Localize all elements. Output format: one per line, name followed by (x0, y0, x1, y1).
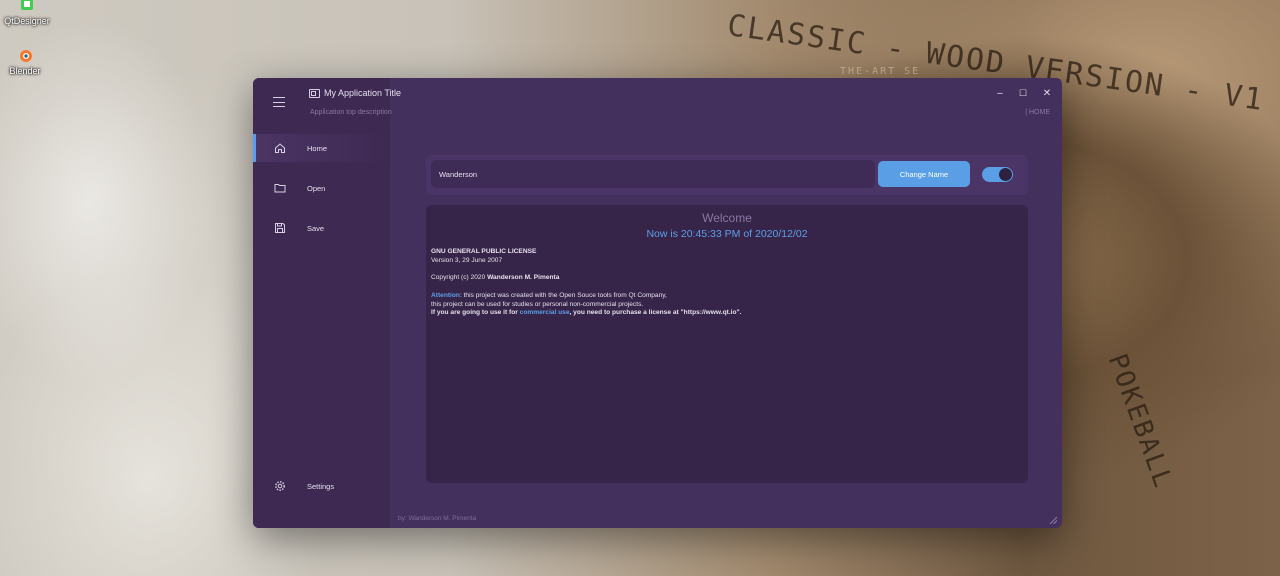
app-title: My Application Title (324, 88, 402, 98)
name-input[interactable] (431, 160, 875, 188)
qt-designer-icon (21, 0, 33, 10)
folder-icon (253, 182, 307, 194)
left-menu: Home Open Save Settings (253, 78, 390, 528)
maximize-button[interactable]: ☐ (1015, 86, 1031, 100)
sidebar-item-label: Open (307, 183, 326, 193)
wallpaper-engraving-bottom: POKEBALL (1101, 350, 1179, 493)
commercial-line: If you are going to use it for commercia… (431, 309, 742, 316)
copyright-line: Copyright (c) 2020 Wanderson M. Pimenta (431, 274, 560, 281)
app-icon (309, 89, 320, 98)
save-icon (253, 222, 307, 234)
theme-toggle[interactable] (982, 167, 1013, 182)
wallpaper-engraving-small: THE-ART SE (840, 66, 921, 77)
attention-label: Attention (431, 292, 460, 299)
sidebar-item-open[interactable]: Open (253, 174, 390, 202)
toggle-knob (999, 168, 1012, 181)
blender-icon (20, 50, 32, 62)
app-window: Home Open Save Settings My Application T… (253, 78, 1062, 528)
resize-grip-icon[interactable] (1050, 517, 1057, 524)
commercial-use-link[interactable]: commercial use (520, 309, 570, 316)
welcome-heading: Welcome (702, 211, 752, 225)
desktop-icon-label: QtDesigner (4, 16, 50, 26)
attention-line-2: this project can be used for studies or … (431, 300, 644, 308)
desktop-icon-blender[interactable]: Blender (0, 46, 52, 76)
gear-icon (253, 480, 307, 492)
title-bar[interactable]: My Application Title Application top des… (253, 78, 1062, 126)
name-bar: Change Name (426, 155, 1028, 195)
change-name-button[interactable]: Change Name (878, 161, 970, 187)
sidebar-item-settings[interactable]: Settings (253, 472, 390, 500)
attention-line: Attention: this project was created with… (431, 292, 667, 299)
close-icon: ✕ (1042, 87, 1052, 99)
license-title: GNU GENERAL PUBLIC LICENSE (431, 248, 537, 255)
maximize-icon: ☐ (1018, 87, 1028, 98)
sidebar-item-label: Settings (307, 481, 335, 491)
license-version: Version 3, 29 June 2007 (431, 257, 503, 264)
home-icon (253, 142, 307, 154)
desktop-icon-label: Blender (9, 66, 41, 76)
breadcrumb: | HOME (1025, 109, 1050, 116)
close-button[interactable]: ✕ (1039, 86, 1055, 100)
app-description: Application top description (310, 109, 392, 116)
minimize-icon: – (997, 87, 1003, 99)
footer-credit: by: Wanderson M. Pimenta (398, 515, 477, 522)
minimize-button[interactable]: – (992, 86, 1008, 100)
sidebar-item-save[interactable]: Save (253, 214, 390, 242)
content-panel: Welcome Now is 20:45:33 PM of 2020/12/02… (426, 205, 1028, 483)
sidebar-item-label: Save (307, 223, 325, 233)
current-time-text: Now is 20:45:33 PM of 2020/12/02 (646, 228, 808, 240)
desktop-icon-qtdesigner[interactable]: QtDesigner (0, 0, 54, 26)
sidebar-item-home[interactable]: Home (253, 134, 390, 162)
sidebar-item-label: Home (307, 143, 328, 153)
